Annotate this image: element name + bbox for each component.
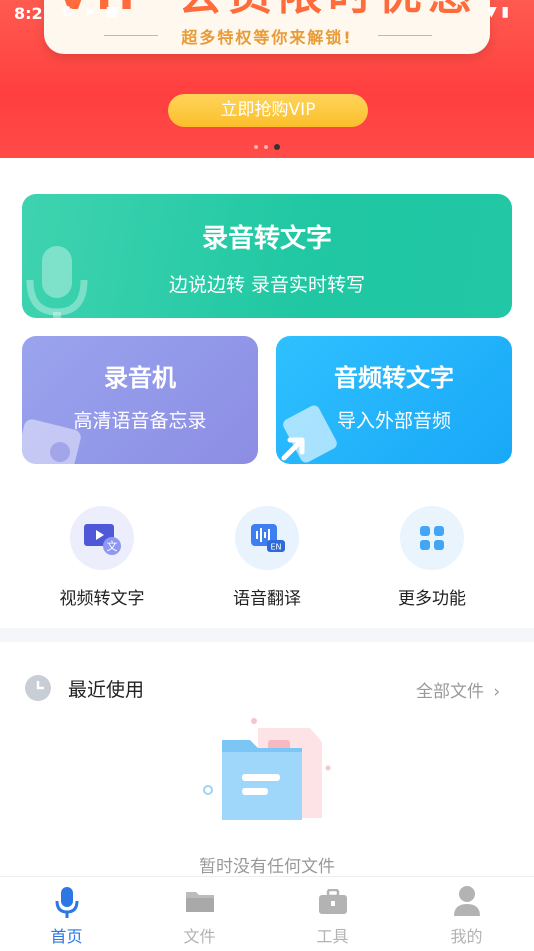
video-to-text-icon: 文 [70, 506, 134, 570]
notification-status-icon: ■ [105, 4, 129, 20]
tool-voice-translate[interactable]: EN 语音翻译 [187, 506, 347, 609]
banner-divider-right [378, 35, 432, 36]
nav-home[interactable]: 首页 [0, 877, 133, 951]
recorder-card[interactable]: 录音机 高清语音备忘录 [22, 336, 258, 464]
tool-video-to-text[interactable]: 文 视频转文字 [22, 506, 182, 609]
all-files-label: 全部文件 [416, 682, 484, 702]
settings-status-icon: ✿ [62, 4, 84, 20]
status-time: 8:2 [14, 4, 43, 23]
recorder-card-subtitle: 高清语音备忘录 [73, 410, 207, 432]
all-files-link[interactable]: 全部文件 › [416, 677, 500, 702]
bottom-navigation: 首页 文件 工具 我的 [0, 876, 534, 951]
clock-icon [25, 675, 51, 701]
nav-files[interactable]: 文件 [133, 877, 266, 951]
carousel-dot[interactable] [254, 145, 258, 149]
nav-label: 文件 [183, 927, 216, 946]
svg-text:EN: EN [270, 543, 281, 552]
carousel-dot[interactable] [264, 145, 268, 149]
more-grid-icon [400, 506, 464, 570]
nav-label: 工具 [316, 927, 349, 946]
banner-subtitle: 超多特权等你来解锁! [181, 28, 353, 47]
empty-files-illustration-icon [203, 718, 331, 820]
audio-card-title: 音频转文字 [334, 364, 454, 392]
location-status-icon: ➤ [83, 4, 106, 20]
status-icons: ✿➤■ [62, 4, 129, 20]
recent-section-title: 最近使用 [68, 679, 145, 701]
audio-card-subtitle: 导入外部音频 [336, 410, 451, 432]
tool-label: 视频转文字 [59, 589, 145, 609]
tool-more-functions[interactable]: 更多功能 [352, 506, 512, 609]
battery-icon: ▼ ▮ [486, 4, 509, 20]
nav-label: 我的 [450, 927, 483, 946]
voice-translate-icon: EN [235, 506, 299, 570]
chevron-right-icon: › [493, 682, 501, 702]
vip-banner[interactable]: VIP 会员限时优惠 超多特权等你来解锁! 立即抢购VIP [0, 0, 534, 158]
speech-to-text-card[interactable]: 录音转文字 边说边转 录音实时转写 [22, 194, 512, 318]
carousel-dot-active[interactable] [274, 144, 280, 150]
buy-vip-button[interactable]: 立即抢购VIP [168, 94, 368, 127]
main-card-subtitle: 边说边转 录音实时转写 [168, 274, 366, 296]
audio-to-text-card[interactable]: 音频转文字 导入外部音频 [276, 336, 512, 464]
mic-icon [55, 887, 79, 918]
tool-label: 更多功能 [398, 589, 466, 609]
svg-text:文: 文 [107, 539, 118, 553]
user-icon [454, 886, 480, 916]
nav-tools[interactable]: 工具 [266, 877, 399, 951]
section-divider [0, 628, 534, 642]
main-card-title: 录音转文字 [201, 224, 332, 254]
toolbox-icon [319, 889, 347, 914]
recorder-card-title: 录音机 [104, 364, 176, 392]
folder-icon [186, 892, 214, 912]
nav-label: 首页 [50, 927, 83, 946]
nav-profile[interactable]: 我的 [400, 877, 533, 951]
empty-state-text: 暂时没有任何文件 [199, 857, 335, 877]
tool-label: 语音翻译 [233, 589, 301, 609]
